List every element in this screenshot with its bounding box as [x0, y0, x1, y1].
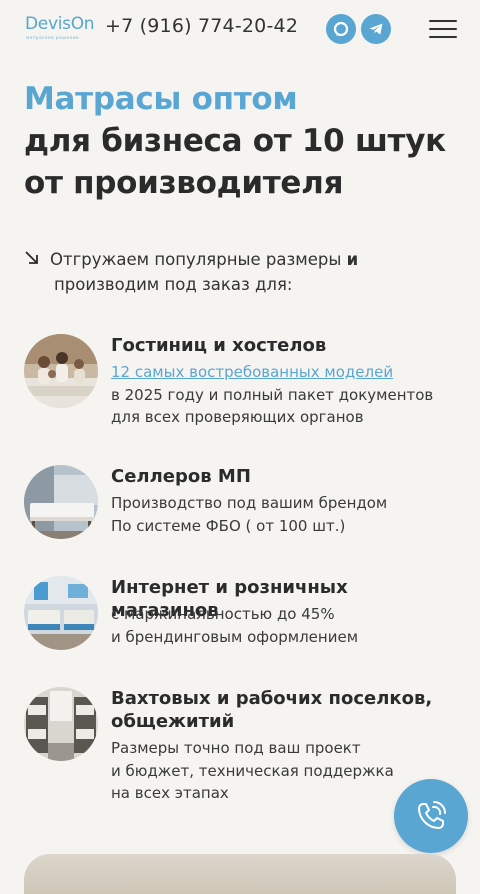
call-button[interactable]	[394, 779, 468, 853]
telegram-button[interactable]	[361, 14, 391, 44]
description-line: для всех проверяющих органов	[111, 408, 364, 426]
site-header: DevisOn матрасное решение +7 (916) 774-2…	[0, 0, 480, 56]
hero-title-line2: для бизнеса от 10 штук	[24, 123, 446, 159]
stores-photo	[24, 576, 98, 650]
segment-title: Селлеров МП	[111, 466, 251, 487]
logo-subtitle: матрасное решение	[26, 36, 80, 41]
intro-line2: производим под заказ для:	[54, 275, 293, 294]
hero-title: Матрасы оптом для бизнеса от 10 штук от …	[24, 78, 464, 204]
intro-line1-bold: и	[346, 250, 359, 269]
segment-title-line: Вахтовых и рабочих поселков,	[111, 688, 433, 709]
phone-call-icon	[418, 801, 446, 829]
logo-text: DevisOn	[25, 14, 95, 34]
intro-text: Отгружаем популярные размеры и производи…	[24, 247, 464, 297]
segment-title: Гостиниц и хостелов	[111, 335, 327, 356]
burger-menu-icon[interactable]	[429, 20, 457, 38]
description-line: с маржинальностью до 45%	[111, 605, 335, 623]
logo[interactable]: DevisOn матрасное решение	[25, 14, 101, 44]
description-line: Размеры точно под ваш проект	[111, 739, 361, 757]
segment-description: с маржинальностью до 45% и брендинговым …	[111, 603, 461, 648]
popular-models-link[interactable]: 12 самых востребованных моделей	[111, 361, 461, 384]
hero-title-line3: от производителя	[24, 165, 344, 201]
segment-title: Вахтовых и рабочих поселков, общежитий	[111, 687, 461, 733]
hotels-photo	[24, 334, 98, 408]
segment-description: 12 самых востребованных моделей в 2025 г…	[111, 361, 461, 429]
description-line: в 2025 году и полный пакет документов	[111, 385, 434, 404]
description-line: и брендинговым оформлением	[111, 627, 359, 646]
description-line: Производство под вашим брендом	[111, 494, 388, 512]
intro-line1: Отгружаем популярные размеры и	[24, 247, 464, 272]
intro-line1-regular: Отгружаем популярные размеры	[50, 250, 347, 269]
next-section-image	[24, 854, 456, 894]
max-icon	[333, 21, 349, 37]
hero-title-accent: Матрасы оптом	[24, 81, 298, 117]
segment-description: Производство под вашим брендом По систем…	[111, 492, 461, 537]
telegram-icon	[369, 23, 383, 35]
segment-title-line: общежитий	[111, 711, 235, 732]
dormitories-photo	[24, 687, 98, 761]
description-line: и бюджет, техническая поддержка	[111, 761, 394, 780]
phone-link[interactable]: +7 (916) 774-20-42	[105, 15, 298, 37]
description-line: По системе ФБО ( от 100 шт.)	[111, 516, 346, 535]
sellers-photo	[24, 465, 98, 539]
arrow-down-right-icon	[25, 251, 38, 264]
max-messenger-button[interactable]	[326, 14, 356, 44]
